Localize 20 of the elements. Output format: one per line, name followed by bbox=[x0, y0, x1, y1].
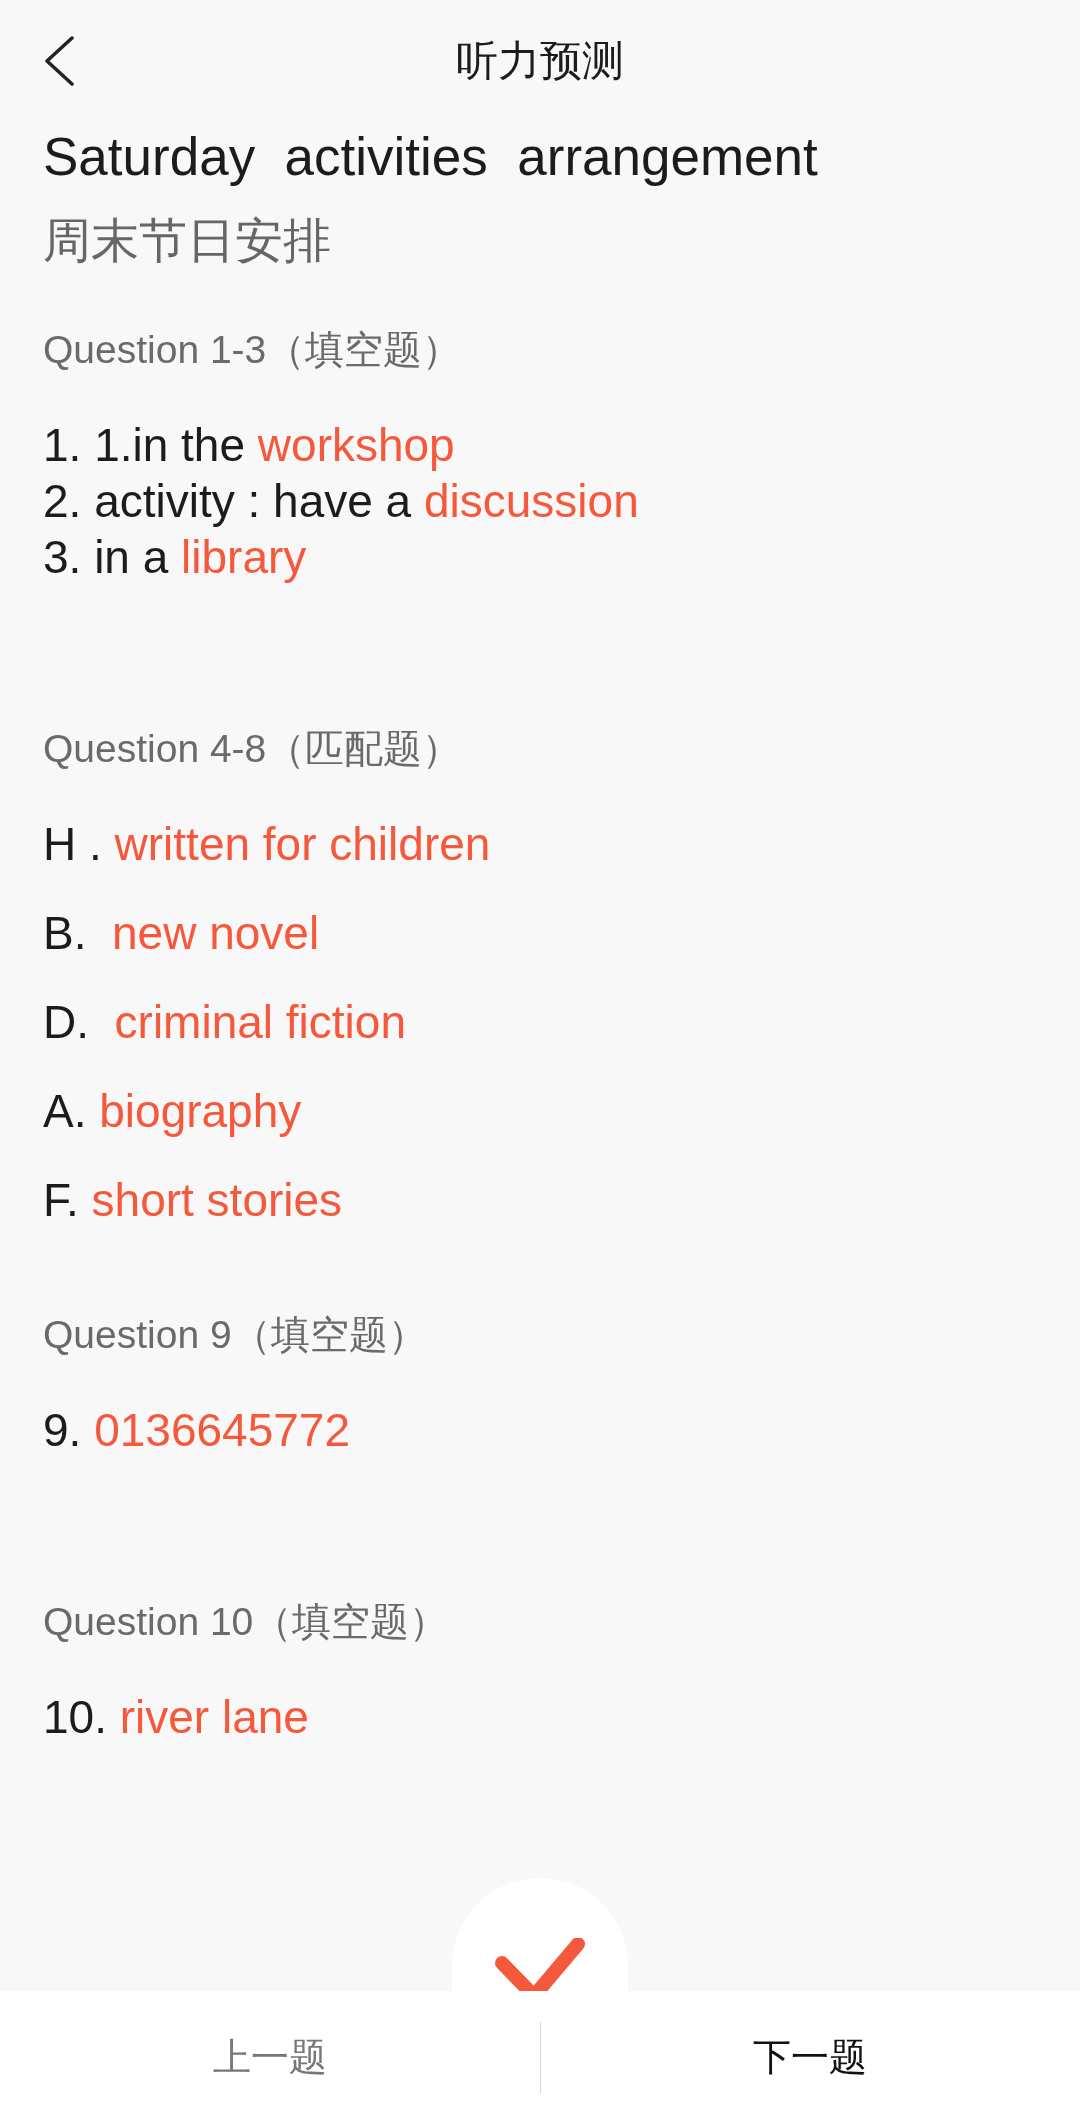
article-title: Saturday activities arrangement bbox=[43, 126, 818, 188]
answer-line: 3. in a library bbox=[43, 530, 307, 585]
question-heading: Question 4-8（匹配题） bbox=[43, 726, 462, 772]
answer-line: 2. activity : have a discussion bbox=[43, 474, 639, 529]
question-heading: Question 1-3（填空题） bbox=[43, 327, 462, 373]
page-title: 听力预测 bbox=[456, 36, 624, 86]
question-heading: Question 10（填空题） bbox=[43, 1599, 449, 1645]
match-answer: F. short stories bbox=[43, 1172, 343, 1228]
question-heading: Question 9（填空题） bbox=[43, 1312, 427, 1358]
answer-line: 1. 1.in the workshop bbox=[43, 418, 455, 473]
answer-line: 10. river lane bbox=[43, 1690, 309, 1745]
answer-line: 9. 0136645772 bbox=[43, 1403, 350, 1458]
article-subtitle: 周末节日安排 bbox=[43, 213, 331, 269]
match-answer: A. biography bbox=[43, 1083, 302, 1139]
match-answer: B. new novel bbox=[43, 905, 320, 961]
next-button[interactable]: 下一题 bbox=[753, 2032, 868, 2082]
check-icon bbox=[494, 1938, 586, 1991]
match-answer: D. criminal fiction bbox=[43, 994, 406, 1050]
match-answer: H . written for children bbox=[43, 816, 491, 872]
back-icon[interactable] bbox=[43, 36, 75, 86]
